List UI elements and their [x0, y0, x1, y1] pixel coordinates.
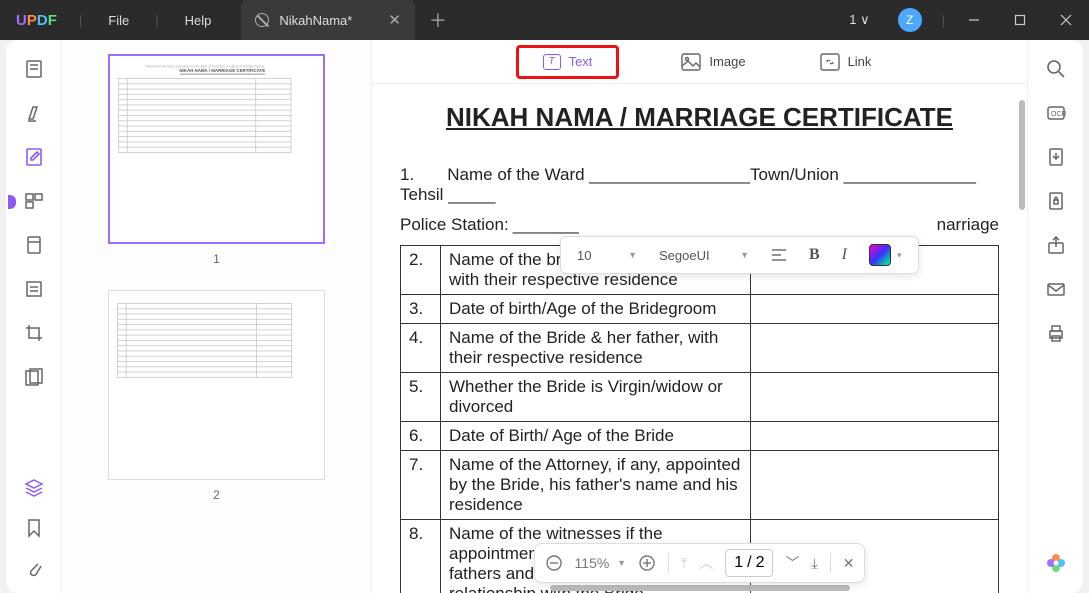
italic-button[interactable]: I — [832, 242, 857, 268]
edit-text-button[interactable]: T Text — [516, 45, 620, 79]
svg-text:OCR: OCR — [1051, 111, 1066, 118]
tab-title: NikahNama* — [279, 13, 352, 28]
close-button[interactable] — [1043, 0, 1089, 40]
format-toolbar: 10▼ SegoeUI▼ B I ▾ — [560, 236, 919, 274]
table-row: 4.Name of the Bride & her father, with t… — [401, 324, 999, 373]
tab-close-button[interactable]: ✕ — [388, 11, 401, 29]
right-toolbar: OCR — [1027, 40, 1083, 593]
table-row: 7.Name of the Attorney, if any, appointe… — [401, 451, 999, 520]
last-page-button[interactable]: ⤓ — [812, 555, 818, 572]
page-tool-icon[interactable] — [23, 234, 45, 256]
font-family-dropdown[interactable]: SegoeUI▼ — [649, 244, 759, 267]
document-page[interactable]: NIKAH NAMA / MARRIAGE CERTIFICATE 1. Nam… — [372, 84, 1027, 593]
protect-icon[interactable] — [1045, 190, 1067, 212]
left-toolbar-bottom — [23, 477, 45, 579]
link-icon — [820, 53, 840, 71]
app-logo: UPDF — [0, 12, 73, 29]
separator — [668, 553, 669, 573]
image-icon — [681, 53, 701, 71]
separator: | — [73, 13, 88, 28]
zoom-level-dropdown[interactable]: 115% ▼ — [575, 555, 626, 571]
first-page-button[interactable]: ⤒ — [681, 555, 687, 572]
edit-image-label: Image — [709, 54, 745, 69]
vertical-scrollbar[interactable] — [1019, 100, 1025, 210]
minimize-button[interactable] — [951, 0, 997, 40]
export-icon[interactable] — [1045, 146, 1067, 168]
organize-tool-icon[interactable] — [23, 190, 45, 212]
search-icon[interactable] — [1045, 58, 1067, 80]
ai-assistant-icon[interactable] — [1044, 551, 1068, 575]
document-title: NIKAH NAMA / MARRIAGE CERTIFICATE — [400, 102, 999, 133]
main-area: This form has been prepared in the light… — [6, 40, 1083, 593]
document-viewport: T Text Image Link NIKAH NAMA / MARRIAGE … — [372, 40, 1027, 593]
ocr-icon[interactable]: OCR — [1045, 102, 1067, 124]
table-row: 5.Whether the Bride is Virgin/widow or d… — [401, 373, 999, 422]
edit-toolbar: T Text Image Link — [372, 40, 1027, 84]
titlebar-right: 1 ∨ Z | — [835, 0, 1089, 40]
next-page-button[interactable]: ﹀ — [786, 553, 800, 573]
thumbnail-page-1[interactable]: This form has been prepared in the light… — [108, 54, 325, 244]
doc-field-1: 1. Name of the Ward _________________Tow… — [400, 165, 999, 205]
font-size-dropdown[interactable]: 10▼ — [567, 244, 647, 267]
email-icon[interactable] — [1045, 278, 1067, 300]
align-button[interactable] — [761, 244, 797, 266]
table-row: 6.Date of Birth/ Age of the Bride — [401, 422, 999, 451]
zoom-in-button[interactable] — [638, 554, 656, 572]
highlight-tool-icon[interactable] — [23, 102, 45, 124]
edit-link-button[interactable]: Link — [808, 47, 884, 77]
thumbnail-label-1: 1 — [108, 252, 325, 266]
bold-button[interactable]: B — [799, 242, 830, 268]
table-row: 3.Date of birth/Age of the Bridegroom — [401, 295, 999, 324]
form-tool-icon[interactable] — [23, 278, 45, 300]
separator — [830, 553, 831, 573]
tab-page-icon — [255, 13, 269, 27]
zoom-out-button[interactable] — [545, 554, 563, 572]
crop-tool-icon[interactable] — [23, 322, 45, 344]
menu-help[interactable]: Help — [165, 13, 232, 28]
color-picker-button[interactable]: ▾ — [859, 240, 912, 270]
separator: | — [149, 13, 164, 28]
user-avatar[interactable]: Z — [898, 8, 922, 32]
document-table: 2.Name of the bridegroom & his father, w… — [400, 245, 999, 593]
current-page: 1 — [734, 554, 743, 572]
page-nav-toolbar: 115% ▼ ⤒ ︿ 1 / 2 ﹀ ⤓ ✕ — [534, 543, 866, 583]
thumbnail-label-2: 2 — [108, 488, 325, 502]
page-sep: / — [747, 554, 751, 572]
attachment-icon[interactable] — [23, 557, 45, 579]
layers-icon[interactable] — [23, 477, 45, 499]
window-count-indicator[interactable]: 1 ∨ — [835, 12, 883, 28]
bookmark-icon[interactable] — [23, 517, 45, 539]
edit-text-label: Text — [569, 54, 593, 69]
separator: | — [936, 13, 951, 28]
text-icon: T — [543, 54, 561, 70]
close-nav-button[interactable]: ✕ — [843, 555, 855, 572]
left-toolbar — [6, 40, 62, 593]
tab-add-button[interactable]: ＋ — [429, 7, 447, 33]
maximize-button[interactable] — [997, 0, 1043, 40]
total-pages: 2 — [756, 554, 765, 572]
prev-page-button[interactable]: ︿ — [699, 553, 713, 573]
edit-tool-icon[interactable] — [23, 146, 45, 168]
edit-link-label: Link — [848, 54, 872, 69]
edit-image-button[interactable]: Image — [669, 47, 757, 77]
color-swatch-icon — [869, 244, 891, 266]
thumbnail-panel: This form has been prepared in the light… — [62, 40, 372, 593]
reader-tool-icon[interactable] — [23, 58, 45, 80]
thumbnail-page-2[interactable] — [108, 290, 325, 480]
horizontal-scrollbar[interactable] — [550, 585, 850, 591]
menu-file[interactable]: File — [88, 13, 149, 28]
redact-tool-icon[interactable] — [23, 366, 45, 388]
titlebar: UPDF | File | Help NikahNama* ✕ ＋ 1 ∨ Z … — [0, 0, 1089, 40]
document-tab[interactable]: NikahNama* ✕ — [241, 0, 415, 40]
print-icon[interactable] — [1045, 322, 1067, 344]
share-icon[interactable] — [1045, 234, 1067, 256]
page-input-box[interactable]: 1 / 2 — [725, 549, 773, 577]
doc-field-police: Police Station:_______ narriage — [400, 215, 999, 235]
